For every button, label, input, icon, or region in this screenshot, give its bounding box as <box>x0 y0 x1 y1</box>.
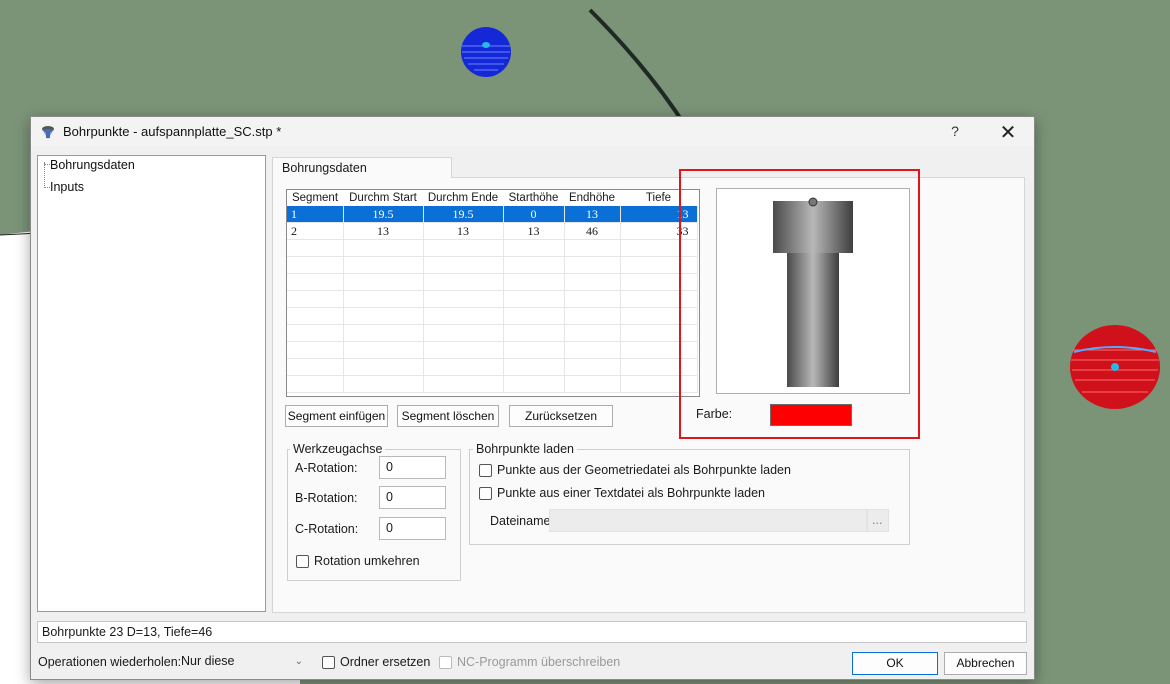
repeat-operations-value: Nur diese <box>181 654 235 668</box>
tree-item-bohrungsdaten[interactable]: Bohrungsdaten <box>50 158 135 172</box>
table-row-empty <box>287 341 698 359</box>
status-bar: Bohrpunkte 23 D=13, Tiefe=46 <box>37 621 1027 643</box>
hole-marker-blue <box>461 27 511 77</box>
column-header: Durchm Ende <box>423 190 503 206</box>
insert-segment-button[interactable]: Segment einfügen <box>285 405 388 427</box>
app-icon <box>42 126 54 139</box>
table-cell[interactable]: 13 <box>503 222 565 240</box>
highlight-frame <box>679 169 920 439</box>
load-from-textfile-label: Punkte aus einer Textdatei als Bohrpunkt… <box>497 486 766 500</box>
filename-input[interactable] <box>549 509 867 532</box>
overwrite-nc-label: NC-Programm überschreiben <box>457 655 621 669</box>
close-button[interactable]: ✕ <box>998 120 1018 145</box>
help-button[interactable]: ? <box>948 123 962 139</box>
c-rotation-label: C-Rotation: <box>295 522 359 536</box>
table-row-empty <box>287 324 698 342</box>
table-cell[interactable]: 1 <box>287 206 344 223</box>
filename-label: Dateiname: <box>490 514 554 528</box>
table-row-empty <box>287 273 698 291</box>
table-header: Segment Durchm Start Durchm Ende Starthö… <box>287 190 697 206</box>
column-header: Durchm Start <box>343 190 423 206</box>
table-cell[interactable]: 46 <box>564 222 621 240</box>
table-row[interactable]: 2 13 13 13 46 33 <box>287 222 698 240</box>
tab-bohrungsdaten[interactable]: Bohrungsdaten <box>272 157 452 178</box>
repeat-operations-label: Operationen wiederholen: <box>38 655 182 669</box>
tool-axis-title: Werkzeugachse <box>290 442 386 456</box>
load-from-textfile-checkbox[interactable] <box>479 487 492 500</box>
replace-folder-checkbox[interactable] <box>322 656 335 669</box>
b-rotation-label: B-Rotation: <box>295 491 358 505</box>
load-from-geometry-checkbox[interactable] <box>479 464 492 477</box>
browse-button[interactable]: ... <box>867 509 889 532</box>
tree-item-inputs[interactable]: Inputs <box>50 180 84 194</box>
table-row-empty <box>287 307 698 325</box>
hole-marker-red <box>1070 325 1160 409</box>
load-from-geometry-label: Punkte aus der Geometriedatei als Bohrpu… <box>497 463 791 477</box>
cancel-button[interactable]: Abbrechen <box>944 652 1027 675</box>
table-cell[interactable]: 13 <box>343 222 424 240</box>
navigation-tree: Bohrungsdaten Inputs <box>37 155 266 612</box>
reverse-rotation-label: Rotation umkehren <box>314 554 420 568</box>
dialog-title: Bohrpunkte - aufspannplatte_SC.stp * <box>63 124 282 139</box>
table-row[interactable]: 1 19.5 19.5 0 13 13 <box>287 206 698 223</box>
table-row-empty <box>287 256 698 274</box>
reset-button[interactable]: Zurücksetzen <box>509 405 613 427</box>
bohrpunkte-dialog: Bohrpunkte - aufspannplatte_SC.stp * ? ✕… <box>30 116 1035 680</box>
c-rotation-input[interactable]: 0 <box>379 517 446 540</box>
table-cell[interactable]: 19.5 <box>343 206 424 223</box>
column-header: Segment <box>287 190 343 206</box>
table-row-empty <box>287 375 698 393</box>
table-cell[interactable]: 13 <box>564 206 621 223</box>
column-header: Endhöhe <box>564 190 620 206</box>
overwrite-nc-checkbox[interactable] <box>439 656 452 669</box>
table-cell[interactable]: 0 <box>503 206 565 223</box>
a-rotation-label: A-Rotation: <box>295 461 358 475</box>
table-row-empty <box>287 358 698 376</box>
table-row-empty <box>287 239 698 257</box>
segment-table[interactable]: Segment Durchm Start Durchm Ende Starthö… <box>286 189 700 397</box>
chevron-down-icon: ⌄ <box>294 656 303 667</box>
delete-segment-button[interactable]: Segment löschen <box>397 405 499 427</box>
a-rotation-input[interactable]: 0 <box>379 456 446 479</box>
title-bar: Bohrpunkte - aufspannplatte_SC.stp * ? ✕ <box>31 117 1034 147</box>
b-rotation-input[interactable]: 0 <box>379 486 446 509</box>
table-cell[interactable]: 19.5 <box>423 206 504 223</box>
repeat-operations-select[interactable]: Nur diese ⌄ <box>177 652 307 673</box>
column-header: Starthöhe <box>503 190 564 206</box>
reverse-rotation-checkbox[interactable] <box>296 555 309 568</box>
ok-button[interactable]: OK <box>852 652 938 675</box>
table-row-empty <box>287 290 698 308</box>
table-cell[interactable]: 2 <box>287 222 344 240</box>
table-cell[interactable]: 13 <box>423 222 504 240</box>
replace-folder-label: Ordner ersetzen <box>340 655 431 669</box>
load-points-title: Bohrpunkte laden <box>473 442 577 456</box>
